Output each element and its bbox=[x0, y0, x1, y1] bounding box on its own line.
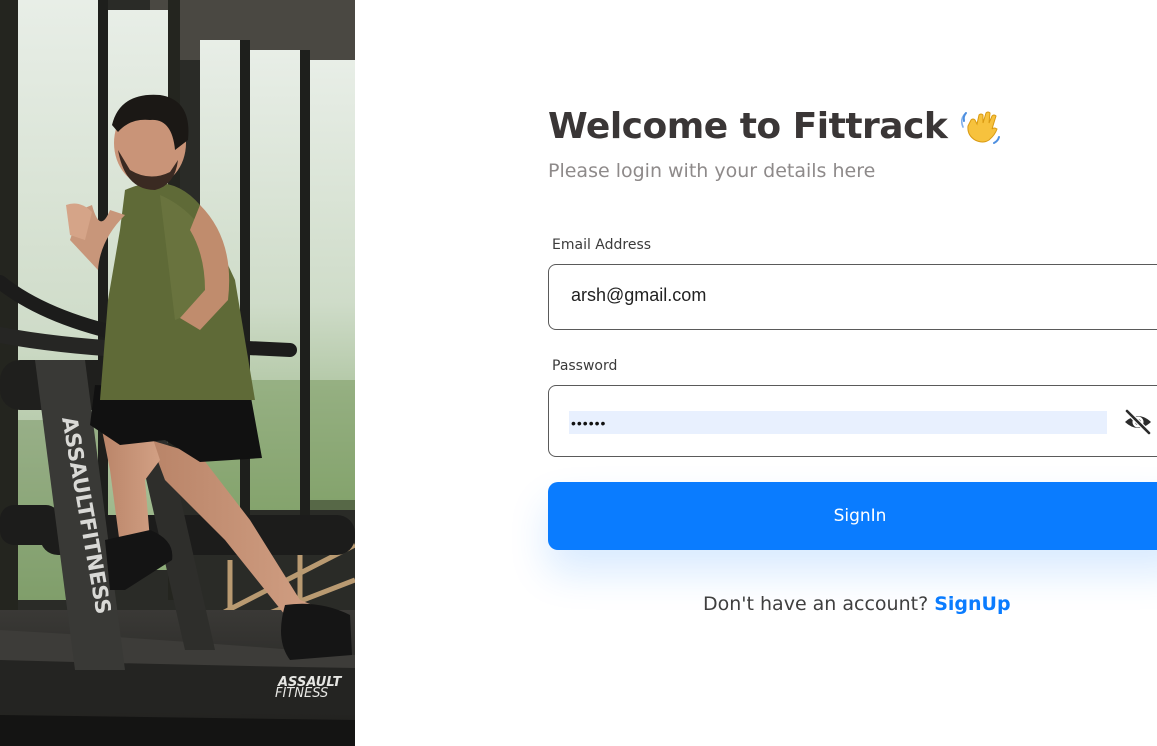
password-input[interactable] bbox=[569, 411, 1107, 434]
email-label: Email Address bbox=[552, 237, 652, 253]
signup-row: Don't have an account? SignUp bbox=[703, 593, 1011, 615]
title-text: Welcome to Fittrack bbox=[548, 106, 948, 147]
login-panel: Welcome to Fittrack Please login with yo… bbox=[548, 0, 1157, 746]
page-title: Welcome to Fittrack bbox=[548, 106, 1001, 147]
password-label: Password bbox=[552, 358, 618, 374]
login-page: ASSAULTFITNESS ASSAULT FITNESS Welcome t… bbox=[0, 0, 1157, 746]
signup-link[interactable]: SignUp bbox=[934, 593, 1010, 615]
brand-logo-line2: FITNESS bbox=[275, 686, 328, 701]
password-field-container[interactable] bbox=[548, 385, 1157, 457]
page-subtitle: Please login with your details here bbox=[548, 160, 876, 182]
hero-image: ASSAULTFITNESS ASSAULT FITNESS bbox=[0, 0, 355, 746]
email-input[interactable] bbox=[571, 285, 1091, 306]
signin-button[interactable]: SignIn bbox=[548, 482, 1157, 550]
eye-slash-icon[interactable] bbox=[1122, 406, 1154, 438]
email-field-container[interactable] bbox=[548, 264, 1157, 330]
signup-prompt: Don't have an account? bbox=[703, 593, 929, 615]
waving-hand-icon bbox=[961, 107, 1001, 147]
signin-label: SignIn bbox=[833, 506, 887, 526]
